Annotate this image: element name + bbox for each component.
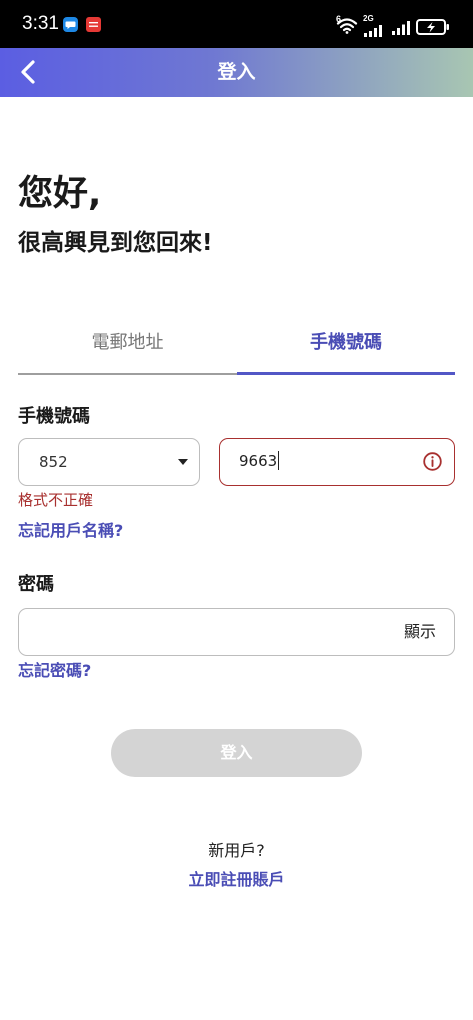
status-bar: 3:31 6 2G bbox=[0, 0, 473, 48]
text-cursor bbox=[278, 450, 280, 470]
app-notification-icon bbox=[86, 17, 101, 32]
phone-label: 手機號碼 bbox=[18, 406, 90, 427]
login-button[interactable]: 登入 bbox=[111, 729, 362, 777]
dropdown-arrow-icon bbox=[178, 459, 188, 465]
country-code-value: 852 bbox=[39, 453, 68, 471]
password-label: 密碼 bbox=[18, 574, 54, 595]
signal-icon bbox=[392, 20, 410, 35]
tab-phone[interactable]: 手機號碼 bbox=[237, 326, 455, 376]
signal-icon bbox=[364, 22, 382, 37]
new-user-prompt: 新用戶? bbox=[208, 841, 265, 860]
chevron-left-icon bbox=[21, 60, 35, 84]
phone-error-message: 格式不正確 bbox=[18, 491, 94, 509]
greeting-title: 您好, bbox=[18, 174, 102, 214]
chat-notification-icon bbox=[63, 17, 78, 32]
battery-charging-icon bbox=[416, 19, 450, 35]
tab-email[interactable]: 電郵地址 bbox=[18, 326, 237, 376]
tab-underline bbox=[18, 373, 237, 375]
forgot-username-link[interactable]: 忘記用戶名稱? bbox=[18, 520, 123, 542]
app-header: 登入 bbox=[0, 48, 473, 97]
info-icon bbox=[423, 452, 442, 471]
tab-label: 電郵地址 bbox=[91, 332, 164, 353]
wifi-6-badge: 6 bbox=[336, 14, 342, 24]
country-code-select[interactable]: 852 bbox=[18, 438, 200, 486]
tab-underline bbox=[237, 372, 455, 375]
phone-number-text-wrap: 9663 bbox=[239, 439, 280, 484]
register-link[interactable]: 立即註冊賬戶 bbox=[0, 869, 473, 891]
phone-number-value: 9663 bbox=[239, 452, 278, 470]
password-input[interactable]: 顯示 bbox=[18, 608, 455, 656]
greeting-subtitle: 很高興見到您回來! bbox=[18, 230, 213, 256]
status-time: 3:31 bbox=[22, 13, 59, 34]
back-button[interactable] bbox=[14, 55, 42, 89]
show-password-button[interactable]: 顯示 bbox=[404, 609, 436, 655]
page-title: 登入 bbox=[217, 61, 256, 83]
tab-label: 手機號碼 bbox=[310, 332, 382, 353]
phone-number-input[interactable]: 9663 bbox=[219, 438, 455, 486]
forgot-password-link[interactable]: 忘記密碼? bbox=[18, 660, 91, 682]
